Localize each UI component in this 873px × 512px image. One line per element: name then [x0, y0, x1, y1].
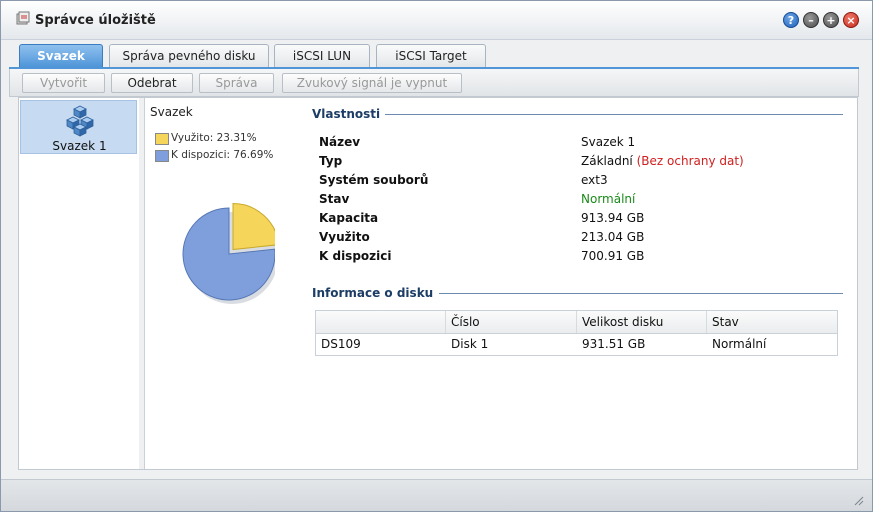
- prop-value-type-note: (Bez ochrany dat): [636, 154, 744, 168]
- tab-volume[interactable]: Svazek: [19, 44, 103, 67]
- volume-list: Svazek 1: [19, 98, 140, 469]
- chart-title: Svazek: [150, 105, 193, 119]
- beep-off-button[interactable]: Zvukový signál je vypnut: [282, 73, 462, 93]
- prop-label-capacity: Kapacita: [319, 211, 379, 225]
- remove-button[interactable]: Odebrat: [111, 73, 193, 93]
- tab-disk-management[interactable]: Správa pevného disku: [109, 44, 269, 67]
- title-bar[interactable]: Správce úložiště ? – + ×: [1, 1, 872, 40]
- legend-label-used: Využito: 23.31%: [171, 132, 257, 144]
- prop-label-status: Stav: [319, 192, 350, 206]
- cell-status: Normální: [712, 337, 767, 351]
- pie-slice-used: [232, 203, 275, 251]
- prop-label-used: Využito: [319, 230, 370, 244]
- close-button[interactable]: ×: [843, 12, 859, 28]
- tab-iscsi-lun[interactable]: iSCSI LUN: [274, 44, 370, 67]
- legend-label-available: K dispozici: 76.69%: [171, 149, 274, 161]
- window-title: Správce úložiště: [35, 13, 156, 28]
- tab-iscsi-target[interactable]: iSCSI Target: [376, 44, 486, 67]
- disk-info-table: Číslo Velikost disku Stav DS109 Disk 1 9…: [315, 310, 838, 356]
- prop-value-name: Svazek 1: [581, 135, 636, 149]
- storage-manager-window: Správce úložiště ? – + × Svazek Správa p…: [0, 0, 873, 512]
- table-row[interactable]: DS109 Disk 1 931.51 GB Normální: [316, 334, 837, 355]
- volume-list-item[interactable]: Svazek 1: [20, 100, 137, 154]
- prop-value-filesystem: ext3: [581, 173, 608, 187]
- maximize-button[interactable]: +: [823, 12, 839, 28]
- column-header-model[interactable]: [316, 311, 446, 333]
- cell-disk-size: 931.51 GB: [582, 337, 646, 351]
- volume-list-item-label: Svazek 1: [52, 139, 107, 153]
- prop-label-available: K dispozici: [319, 249, 392, 263]
- legend-swatch-available: [155, 150, 169, 162]
- column-header-disk-size[interactable]: Velikost disku: [577, 311, 707, 333]
- cell-number: Disk 1: [451, 337, 489, 351]
- status-bar: [1, 479, 872, 511]
- minimize-button[interactable]: –: [803, 12, 819, 28]
- properties-section-title: Vlastnosti: [312, 107, 381, 121]
- disk-info-section-line: [439, 293, 843, 294]
- panel-splitter[interactable]: [139, 98, 145, 469]
- prop-value-capacity: 913.94 GB: [581, 211, 645, 225]
- prop-value-type-main: Základní: [581, 154, 633, 168]
- volume-cubes-icon: [66, 105, 94, 137]
- prop-value-status: Normální: [581, 192, 636, 206]
- storage-manager-icon: [16, 11, 30, 25]
- column-header-status[interactable]: Stav: [707, 311, 837, 333]
- column-header-number[interactable]: Číslo: [446, 311, 577, 333]
- prop-value-available: 700.91 GB: [581, 249, 645, 263]
- prop-label-type: Typ: [319, 154, 343, 168]
- prop-value-used: 213.04 GB: [581, 230, 645, 244]
- legend-swatch-used: [155, 133, 169, 145]
- prop-label-filesystem: Systém souborů: [319, 173, 429, 187]
- prop-value-type: Základní (Bez ochrany dat): [581, 154, 744, 168]
- cell-model: DS109: [321, 337, 361, 351]
- properties-section-line: [385, 114, 843, 115]
- disk-info-table-header: Číslo Velikost disku Stav: [316, 311, 837, 334]
- usage-pie-chart: [182, 203, 275, 304]
- manage-button[interactable]: Správa: [199, 73, 274, 93]
- help-button[interactable]: ?: [783, 12, 799, 28]
- disk-info-section-title: Informace o disku: [312, 286, 434, 300]
- resize-grip-icon[interactable]: [854, 496, 864, 506]
- main-content: Svazek 1 Svazek Využito: 23.31% K dispoz…: [18, 97, 858, 470]
- create-button[interactable]: Vytvořit: [22, 73, 105, 93]
- toolbar: Vytvořit Odebrat Správa Zvukový signál j…: [9, 69, 859, 97]
- prop-label-name: Název: [319, 135, 361, 149]
